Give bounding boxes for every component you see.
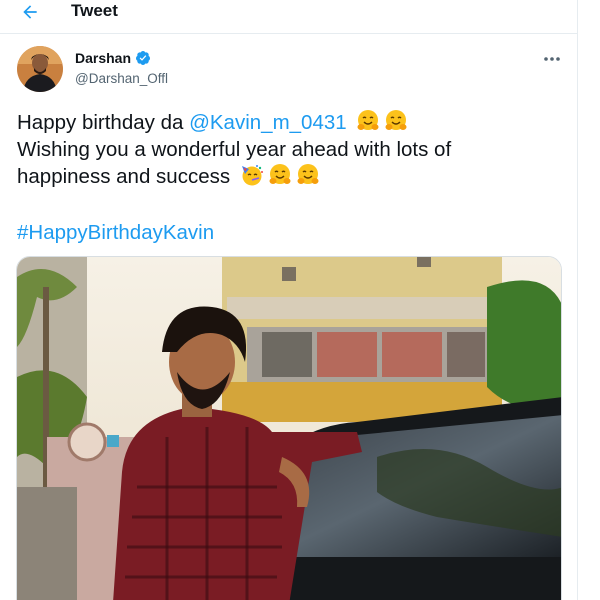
hashtag-link[interactable]: #HappyBirthdayKavin xyxy=(17,221,214,244)
avatar-photo xyxy=(17,46,63,92)
tweet-line-3-text: happiness and success xyxy=(17,165,231,188)
hugging-face-emoji xyxy=(384,109,408,133)
tweet-line-1-text: Happy birthday da xyxy=(17,111,190,134)
verified-badge-icon xyxy=(136,51,151,65)
hashtag-line: #HappyBirthdayKavin xyxy=(17,219,214,246)
hugging-face-emoji xyxy=(356,109,380,133)
arrow-left-icon xyxy=(23,5,37,19)
more-horizontal-icon xyxy=(544,57,560,61)
photo-content xyxy=(17,257,561,600)
tweet-line-1: Happy birthday da @Kavin_m_0431 xyxy=(17,109,557,136)
author-name-row: Darshan xyxy=(75,50,151,66)
hugging-face-emoji xyxy=(296,163,320,187)
tweet-header: Tweet xyxy=(0,0,578,34)
author-handle[interactable]: @Darshan_Offl xyxy=(75,71,168,86)
more-options-button[interactable] xyxy=(540,50,564,68)
tweet-line-2: Wishing you a wonderful year ahead with … xyxy=(17,138,452,161)
avatar[interactable] xyxy=(17,46,63,92)
tweet-line-3: happiness and success xyxy=(17,163,557,190)
tweet-panel: Tweet Darshan @Darshan_Offl Happy birthd… xyxy=(0,0,578,600)
hugging-face-emoji xyxy=(268,163,292,187)
mention-link[interactable]: @Kavin_m_0431 xyxy=(189,111,347,134)
partying-face-emoji xyxy=(240,163,264,187)
tweet-text: Happy birthday da @Kavin_m_0431 Wishing … xyxy=(17,109,557,190)
page-title: Tweet xyxy=(71,1,118,20)
author-display-name[interactable]: Darshan xyxy=(75,50,131,66)
tweet-photo[interactable] xyxy=(16,256,562,600)
back-button[interactable] xyxy=(14,0,46,28)
